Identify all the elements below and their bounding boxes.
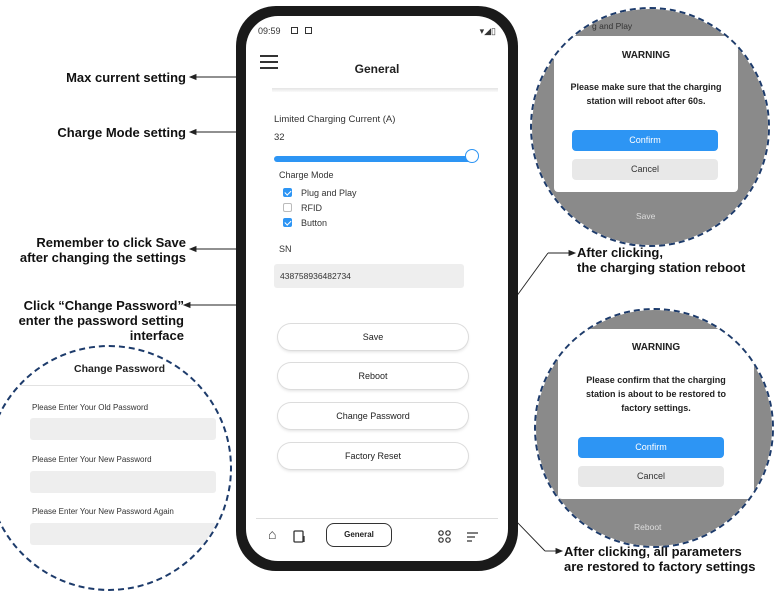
button-mode-label: Button [301,218,328,228]
device-icon[interactable] [293,530,306,545]
reboot-annotation-line2: the charging station reboot [577,260,746,275]
current-label: Limited Charging Current (A) [274,114,396,125]
underlying-text: Reboot [634,522,662,532]
reset-cancel-button[interactable]: Cancel [578,466,724,487]
reboot-annotation: After clicking, the charging station reb… [577,245,776,275]
sn-label: SN [279,244,292,254]
reboot-annotation-line1: After clicking, [577,245,663,260]
save-annotation-line2: after changing the settings [19,250,186,265]
current-slider[interactable] [274,156,472,162]
charge-mode-annotation: Charge Mode setting [57,125,186,140]
password-annotation-line1: Click “Change Password” [23,298,184,313]
reset-annotation-line2: are restored to factory settings [564,559,756,574]
header-divider [272,88,498,92]
current-value: 32 [274,132,285,143]
reset-dialog-message: Please confirm that the charging station… [585,375,726,413]
plug-and-play-label: Plug and Play [301,188,357,198]
notification-icon [291,27,298,34]
panel-divider [0,385,230,386]
change-password-title: Change Password [74,363,166,375]
factory-reset-button[interactable]: Factory Reset [278,443,468,469]
signal-battery-icon: ▾◢▯ [479,26,496,36]
save-annotation: Remember to click Save after changing th… [0,235,186,265]
phone-frame: 09:59 ▾◢▯ General Limited Charging Curre… [236,6,518,571]
reboot-button[interactable]: Reboot [278,363,468,389]
sn-value: 438758936482734 [280,271,351,281]
sn-field: 438758936482734 [274,264,464,288]
page-title: General [354,62,400,76]
reset-annotation: After clicking, all parameters are resto… [564,544,776,574]
grid-icon[interactable] [438,530,451,545]
reset-warning-callout: on WARNING Please confirm that the charg… [534,308,774,548]
underlying-text: g and Play [592,21,633,31]
password-annotation-line2: enter the password setting [18,313,184,328]
save-button[interactable]: Save [278,324,468,350]
phone-screen: 09:59 ▾◢▯ General Limited Charging Curre… [246,16,508,561]
charge-mode-label: Charge Mode [279,170,334,180]
password-annotation: Click “Change Password” enter the passwo… [0,298,184,343]
reboot-dialog: WARNING Please make sure that the chargi… [554,36,738,192]
reset-dialog: WARNING Please confirm that the charging… [558,329,754,499]
underlying-text: Save [636,211,656,221]
reset-confirm-button[interactable]: Confirm [578,437,724,458]
rfid-checkbox[interactable] [283,203,292,212]
plug-and-play-checkbox[interactable] [283,188,292,197]
reboot-confirm-button[interactable]: Confirm [572,130,718,151]
new-password-input[interactable] [30,471,216,493]
confirm-password-label: Please Enter Your New Password Again [32,507,174,516]
reboot-dialog-title: WARNING [621,50,671,61]
change-password-button[interactable]: Change Password [278,403,468,429]
home-icon[interactable]: ⌂ [268,527,276,541]
old-password-label: Please Enter Your Old Password [32,403,149,412]
reset-dialog-title: WARNING [631,342,681,353]
notification-icon [305,27,312,34]
confirm-password-input[interactable] [30,523,216,545]
list-icon[interactable] [466,530,479,545]
bottom-nav-divider [256,518,498,519]
button-checkbox[interactable] [283,218,292,227]
status-time: 09:59 [258,26,281,36]
current-slider-thumb[interactable] [465,149,479,163]
reboot-dialog-message: Please make sure that the charging stati… [570,82,722,106]
reboot-cancel-button[interactable]: Cancel [572,159,718,180]
new-password-label: Please Enter Your New Password [32,455,152,464]
save-annotation-line1: Remember to click Save [36,235,186,250]
old-password-input[interactable] [30,418,216,440]
reboot-warning-callout: g and Play WARNING Please make sure that… [530,7,770,247]
nav-general-tab[interactable]: General [326,523,392,547]
rfid-label: RFID [301,203,322,213]
password-annotation-line3: interface [129,328,184,343]
max-current-annotation: Max current setting [66,70,186,85]
